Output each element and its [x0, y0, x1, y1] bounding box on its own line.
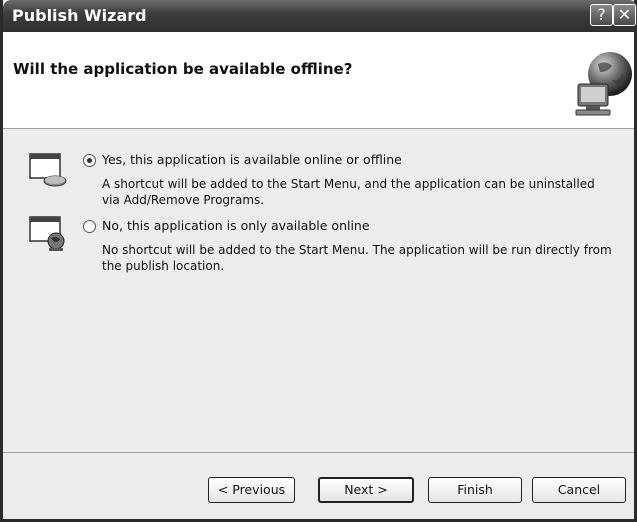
next-button[interactable]: Next > — [318, 477, 414, 503]
publish-wizard-window: Publish Wizard ? ✕ Will the application … — [0, 0, 637, 522]
computer-globe-icon — [29, 216, 65, 251]
online-offline-radio[interactable] — [83, 154, 96, 167]
online-only-radio[interactable] — [83, 220, 96, 233]
online-offline-label[interactable]: Yes, this application is available onlin… — [102, 152, 402, 167]
cancel-button[interactable]: Cancel — [532, 477, 626, 503]
online-only-label[interactable]: No, this application is only available o… — [102, 218, 370, 233]
page-title: Will the application be available offlin… — [13, 60, 353, 78]
globe-computer-icon — [575, 52, 632, 116]
wizard-header: Will the application be available offlin… — [3, 32, 634, 129]
close-button[interactable]: ✕ — [613, 4, 636, 26]
button-separator — [3, 452, 634, 453]
computer-disk-icon — [29, 153, 67, 187]
help-button[interactable]: ? — [590, 4, 613, 26]
previous-button[interactable]: < Previous — [208, 477, 295, 503]
title-bar[interactable]: Publish Wizard ? ✕ — [3, 0, 637, 32]
online-offline-description: A shortcut will be added to the Start Me… — [102, 177, 595, 207]
online-only-description: No shortcut will be added to the Start M… — [102, 243, 612, 273]
finish-button[interactable]: Finish — [428, 477, 522, 503]
window-title: Publish Wizard — [12, 6, 147, 25]
